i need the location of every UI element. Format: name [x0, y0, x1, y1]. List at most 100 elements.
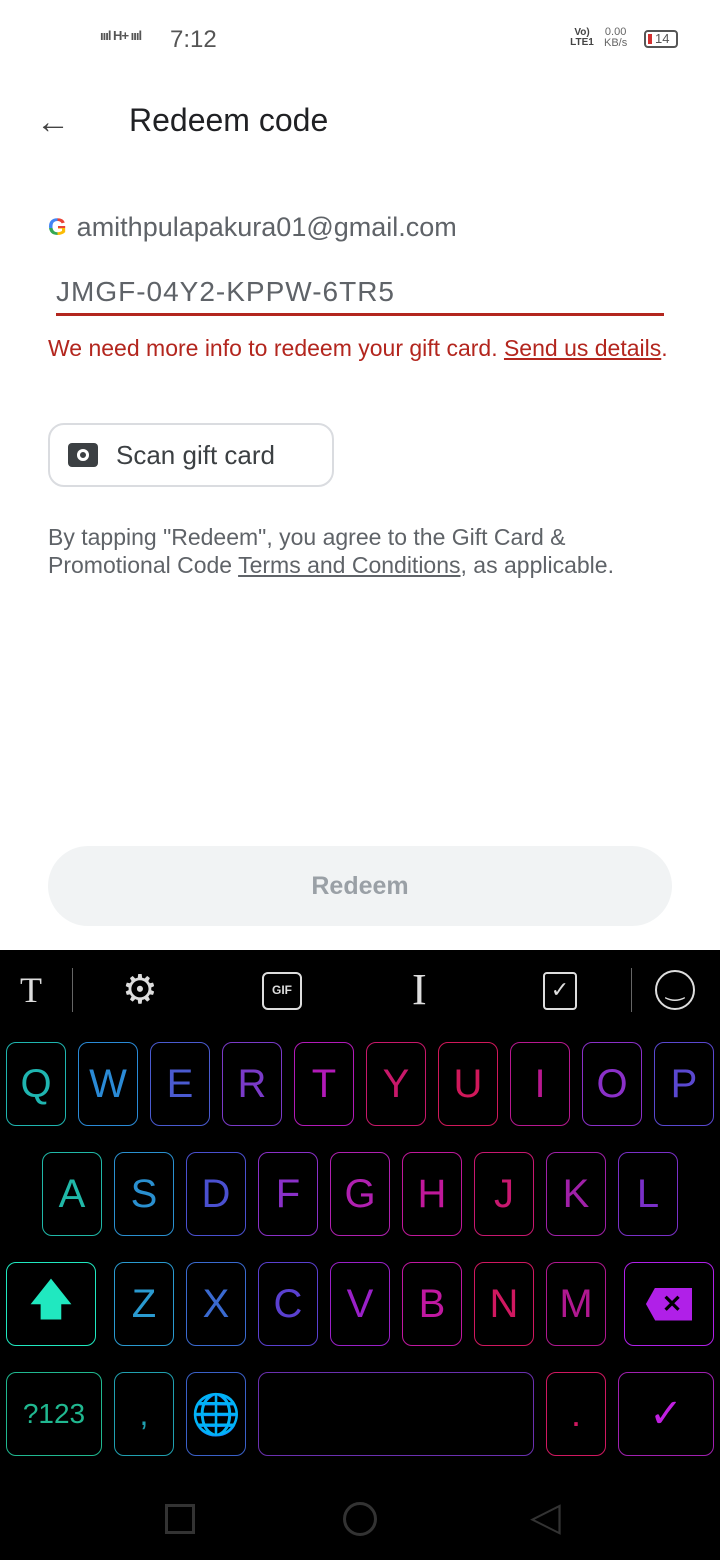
key-g[interactable]: G [330, 1152, 390, 1236]
cursor-icon[interactable]: I [412, 968, 427, 1012]
key-r[interactable]: R [222, 1042, 282, 1126]
keyboard: T ⚙ GIF I ✓ ‿ QWERTYUIOPASDFGHJKLZXCVBNM… [0, 950, 720, 1560]
text-style-icon[interactable]: T [20, 968, 42, 1012]
key-label: Q [20, 1061, 52, 1106]
key-label: D [201, 1171, 231, 1216]
key-label: L [636, 1171, 660, 1216]
send-details-link[interactable]: Send us details [504, 335, 661, 361]
key-label: B [418, 1281, 446, 1326]
backspace-icon: ✕ [645, 1287, 693, 1321]
key-i[interactable]: I [510, 1042, 570, 1126]
system-nav-bar: ◁ [0, 1490, 720, 1550]
key-a[interactable]: A [42, 1152, 102, 1236]
key-label: ?123 [22, 1398, 86, 1429]
google-g-icon: G [48, 213, 67, 241]
key-l[interactable]: L [618, 1152, 678, 1236]
language-key[interactable]: 🌐 [186, 1372, 246, 1456]
shift-key[interactable]: 🡅 [6, 1262, 96, 1346]
speed-unit: KB/s [604, 37, 628, 49]
key-label: K [562, 1171, 590, 1216]
gear-icon[interactable]: ⚙ [122, 968, 158, 1012]
gift-code-input[interactable] [56, 270, 664, 316]
key-label: Z [131, 1281, 157, 1326]
space-key[interactable] [258, 1372, 534, 1456]
signal-icon: ıııl H+ ıııl [100, 28, 142, 43]
camera-icon [68, 443, 98, 467]
globe-icon: 🌐 [191, 1392, 241, 1437]
key-m[interactable]: M [546, 1262, 606, 1346]
scan-label: Scan gift card [116, 439, 275, 470]
recents-icon[interactable] [165, 1504, 195, 1534]
key-label: N [489, 1281, 519, 1326]
key-v[interactable]: V [330, 1262, 390, 1346]
error-message: We need more info to redeem your gift ca… [48, 334, 668, 363]
account-row: G amithpulapakura01@gmail.com [48, 212, 457, 243]
gif-icon[interactable]: GIF [262, 972, 302, 1010]
error-end: . [661, 335, 668, 361]
key-n[interactable]: N [474, 1262, 534, 1346]
key-label: O [596, 1061, 628, 1106]
period-key[interactable]: . [546, 1372, 606, 1456]
key-j[interactable]: J [474, 1152, 534, 1236]
key-c[interactable]: C [258, 1262, 318, 1346]
back-nav-icon[interactable]: ◁ [530, 1494, 561, 1540]
key-label: C [273, 1281, 303, 1326]
key-label: , [139, 1395, 149, 1432]
keyboard-toolbar: T ⚙ GIF I ✓ ‿ [0, 950, 720, 1032]
redeem-button[interactable]: Redeem [48, 846, 672, 926]
terms-link[interactable]: Terms and Conditions [238, 552, 460, 578]
delete-key[interactable]: ✕ [624, 1262, 714, 1346]
key-label: P [670, 1061, 698, 1106]
terms-text: By tapping "Redeem", you agree to the Gi… [48, 523, 678, 579]
key-label: U [453, 1061, 483, 1106]
status-bar: ıııl H+ ıııl 7:12 Vo) LTE1 0.00 KB/s 14 [0, 0, 720, 80]
key-u[interactable]: U [438, 1042, 498, 1126]
key-label: G [344, 1171, 376, 1216]
divider [72, 968, 73, 1012]
key-label: W [89, 1061, 127, 1106]
key-label: V [346, 1281, 374, 1326]
home-icon[interactable] [343, 1502, 377, 1536]
shift-arrow-icon: 🡅 [28, 1274, 74, 1324]
key-s[interactable]: S [114, 1152, 174, 1236]
error-text: We need more info to redeem your gift ca… [48, 335, 504, 361]
key-label: E [166, 1061, 194, 1106]
clipboard-icon[interactable]: ✓ [543, 972, 577, 1010]
checkmark-icon: ✓ [649, 1392, 683, 1436]
page-title: Redeem code [129, 102, 329, 138]
terms-post: , as applicable. [460, 552, 614, 578]
key-x[interactable]: X [186, 1262, 246, 1346]
key-y[interactable]: Y [366, 1042, 426, 1126]
clock: 7:12 [170, 26, 217, 53]
key-p[interactable]: P [654, 1042, 714, 1126]
emoji-icon[interactable]: ‿ [655, 970, 695, 1010]
key-h[interactable]: H [402, 1152, 462, 1236]
enter-key[interactable]: ✓ [618, 1372, 714, 1456]
scan-gift-card-button[interactable]: Scan gift card [48, 423, 334, 487]
key-label: T [311, 1061, 337, 1106]
key-label: A [58, 1171, 86, 1216]
key-o[interactable]: O [582, 1042, 642, 1126]
comma-key[interactable]: , [114, 1372, 174, 1456]
symbols-key[interactable]: ?123 [6, 1372, 102, 1456]
key-f[interactable]: F [258, 1152, 318, 1236]
key-label: Y [382, 1061, 410, 1106]
key-label: R [237, 1061, 267, 1106]
key-label: H [417, 1171, 447, 1216]
key-label: I [534, 1061, 546, 1106]
key-label: X [202, 1281, 230, 1326]
key-q[interactable]: Q [6, 1042, 66, 1126]
key-w[interactable]: W [78, 1042, 138, 1126]
key-label: F [275, 1171, 301, 1216]
key-z[interactable]: Z [114, 1262, 174, 1346]
arrow-left-icon[interactable]: ← [36, 100, 80, 144]
key-d[interactable]: D [186, 1152, 246, 1236]
battery-icon: 14 [644, 30, 678, 48]
key-k[interactable]: K [546, 1152, 606, 1236]
key-b[interactable]: B [402, 1262, 462, 1346]
key-label: J [494, 1171, 514, 1216]
key-e[interactable]: E [150, 1042, 210, 1126]
key-label: S [130, 1171, 158, 1216]
divider [631, 968, 632, 1012]
key-t[interactable]: T [294, 1042, 354, 1126]
